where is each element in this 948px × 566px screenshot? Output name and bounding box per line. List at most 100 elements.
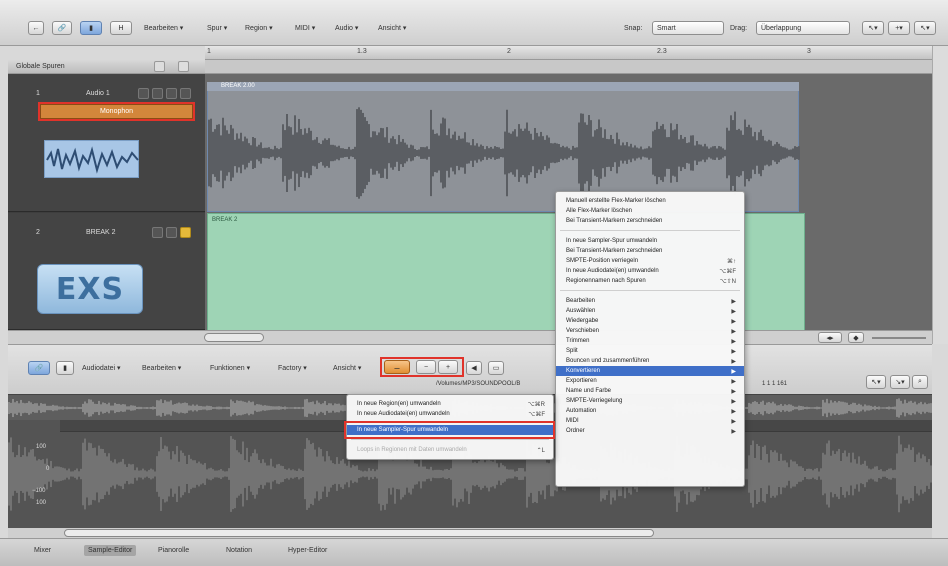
menu-item[interactable]: Bouncen und zusammenführen ▶ — [556, 356, 744, 366]
menu-item[interactable]: Exportieren ▶ — [556, 376, 744, 386]
menu-item[interactable]: In neue Audiodatei(en) umwandeln ⌥⌘F — [347, 409, 553, 419]
menu-item-disabled: Loops in Regionen mit Daten umwandeln ⌃L — [357, 447, 545, 454]
global-tracks-header[interactable]: Globale Spuren — [8, 60, 205, 74]
menu-item[interactable]: Auswählen ▶ — [556, 306, 744, 316]
solo-button[interactable] — [152, 88, 163, 99]
pencil-tool-button[interactable]: ↘▾ — [890, 375, 910, 389]
menu-item[interactable]: Manuell erstellte Flex-Marker löschen — [556, 196, 744, 206]
tab-hyper-editor[interactable]: Hyper-Editor — [288, 547, 327, 554]
vertical-scrollbar[interactable] — [932, 46, 948, 344]
freeze-button[interactable] — [180, 227, 191, 238]
menu-item[interactable]: Bearbeiten ▶ — [556, 296, 744, 306]
zoom-tool-button[interactable]: ⌕ — [912, 375, 928, 389]
solo-button[interactable] — [166, 227, 177, 238]
track-number: 2 — [36, 229, 40, 236]
link-button[interactable]: 🔗 — [52, 21, 72, 35]
menu-item[interactable]: Verschieben ▶ — [556, 326, 744, 336]
menu-factory[interactable]: Factory ▾ — [278, 361, 307, 375]
menu-item[interactable]: Regionennamen nach Spuren ⌥⇧N — [556, 276, 744, 286]
h-label: H — [118, 24, 124, 32]
link-button[interactable]: 🔗 — [28, 361, 50, 375]
pointer-tool-button[interactable]: ↖▾ — [862, 21, 884, 35]
region-title-bar[interactable]: BREAK 2.00 — [207, 82, 799, 91]
tab-pianorolle[interactable]: Pianorolle — [158, 547, 189, 554]
input-monitor-button[interactable] — [180, 88, 191, 99]
loop-icon[interactable]: ▭ — [488, 361, 504, 375]
arrange-toolbar: ← 🔗 ▮ H Bearbeiten ▾ Spur ▾ Region ▾ MID… — [0, 0, 948, 46]
menu-midi[interactable]: MIDI ▾ — [295, 21, 315, 35]
pointer-tool-button[interactable]: ↖▾ — [866, 375, 886, 389]
menu-item[interactable]: In neue Audiodatei(en) umwandeln ⌥⌘F — [556, 266, 744, 276]
scroll-thumb[interactable] — [204, 333, 264, 342]
alt-tool-button[interactable]: ↖▾ — [914, 21, 936, 35]
menu-item-konvertieren[interactable]: Konvertieren ▶ — [556, 366, 744, 376]
back-button[interactable]: ← — [28, 21, 44, 35]
sample-scrollbar[interactable] — [8, 528, 932, 538]
snap-select[interactable]: Smart — [652, 21, 724, 35]
ruler-tick: 2.3 — [657, 48, 667, 55]
ruler-tick: 3 — [807, 48, 811, 55]
catch-button[interactable]: ▮ — [56, 361, 74, 375]
menu-item[interactable]: Name und Farbe ▶ — [556, 386, 744, 396]
tab-notation[interactable]: Notation — [226, 547, 252, 554]
menu-audiodatei[interactable]: Audiodatei ▾ — [82, 361, 121, 375]
menu-bearbeiten[interactable]: Bearbeiten ▾ — [142, 361, 181, 375]
menu-item[interactable]: Automation ▶ — [556, 406, 744, 416]
menu-spur[interactable]: Spur ▾ — [207, 21, 227, 35]
menu-item[interactable]: Ordner ▶ — [556, 426, 744, 436]
global-add-button[interactable] — [154, 61, 165, 72]
menu-item[interactable]: In neue Sampler-Spur umwandeln — [556, 236, 744, 246]
menu-item[interactable]: SMPTE-Verriegelung ▶ — [556, 396, 744, 406]
menu-item[interactable]: Trimmen ▶ — [556, 336, 744, 346]
marker-lane[interactable] — [205, 60, 932, 74]
tab-sample-editor[interactable]: Sample-Editor — [84, 545, 137, 556]
region-name: BREAK 2.00 — [221, 83, 255, 89]
catch-button[interactable]: ▮ — [80, 21, 102, 35]
menu-item[interactable]: SMPTE-Position verriegeln ⌘↑ — [556, 256, 744, 266]
menu-separator — [351, 439, 549, 440]
track-name: Audio 1 — [86, 90, 110, 97]
menu-item[interactable]: Split ▶ — [556, 346, 744, 356]
speaker-icon[interactable]: ◀ — [466, 361, 482, 375]
track-name: BREAK 2 — [86, 229, 116, 236]
menu-item[interactable]: Bei Transient-Markern zerschneiden — [556, 246, 744, 256]
menu-item[interactable]: In neue Region(en) umwandeln ⌥⌘R — [347, 399, 553, 409]
menu-item[interactable]: Wiedergabe ▶ — [556, 316, 744, 326]
arrange-scrollbar[interactable]: ◂▸ ◆ — [8, 330, 932, 344]
zoom-arrows-button[interactable]: ◂▸ — [818, 332, 842, 343]
sample-editor-toolbar: 🔗 ▮ Audiodatei ▾ Bearbeiten ▾ Funktionen… — [8, 344, 932, 394]
zoom-slider[interactable] — [872, 337, 926, 339]
track-icon — [44, 140, 139, 178]
scale-label: 100 — [36, 444, 47, 450]
track-number: 1 — [36, 90, 40, 97]
global-settings-button[interactable] — [178, 61, 189, 72]
pencil-tool-button[interactable]: +▾ — [888, 21, 910, 35]
scale-label: 100 — [36, 500, 47, 506]
menu-region[interactable]: Region ▾ — [245, 21, 273, 35]
region-name: BREAK 2 — [212, 217, 238, 223]
position-display: 1 1 1 161 — [762, 381, 788, 387]
menu-item[interactable]: Alle Flex-Marker löschen — [556, 206, 744, 216]
ruler-tick: 1.3 — [357, 48, 367, 55]
drag-select[interactable]: Überlappung — [756, 21, 850, 35]
menu-item[interactable]: Bei Transient-Markern zerschneiden — [556, 216, 744, 226]
menu-item[interactable]: MIDI ▶ — [556, 416, 744, 426]
waveform-zoom-button[interactable]: ◆ — [848, 332, 864, 343]
bar-ruler[interactable]: 1 1.3 2 2.3 3 — [205, 46, 932, 60]
mute-button[interactable] — [152, 227, 163, 238]
menu-funktionen[interactable]: Funktionen ▾ — [210, 361, 250, 375]
record-button[interactable] — [166, 88, 177, 99]
highlight-box — [38, 102, 195, 121]
mute-button[interactable] — [138, 88, 149, 99]
menu-audio[interactable]: Audio ▾ — [335, 21, 358, 35]
menu-ansicht[interactable]: Ansicht ▾ — [378, 21, 406, 35]
menu-separator — [560, 290, 740, 291]
h-button[interactable]: H — [110, 21, 132, 35]
menu-bearbeiten[interactable]: Bearbeiten ▾ — [144, 21, 183, 35]
scroll-thumb[interactable] — [64, 529, 654, 537]
global-tracks-label: Globale Spuren — [16, 63, 65, 70]
region-context-menu: Manuell erstellte Flex-Marker löschen Al… — [555, 191, 745, 487]
tab-mixer[interactable]: Mixer — [34, 547, 51, 554]
ruler-tick: 1 — [207, 48, 211, 55]
menu-ansicht[interactable]: Ansicht ▾ — [333, 361, 361, 375]
